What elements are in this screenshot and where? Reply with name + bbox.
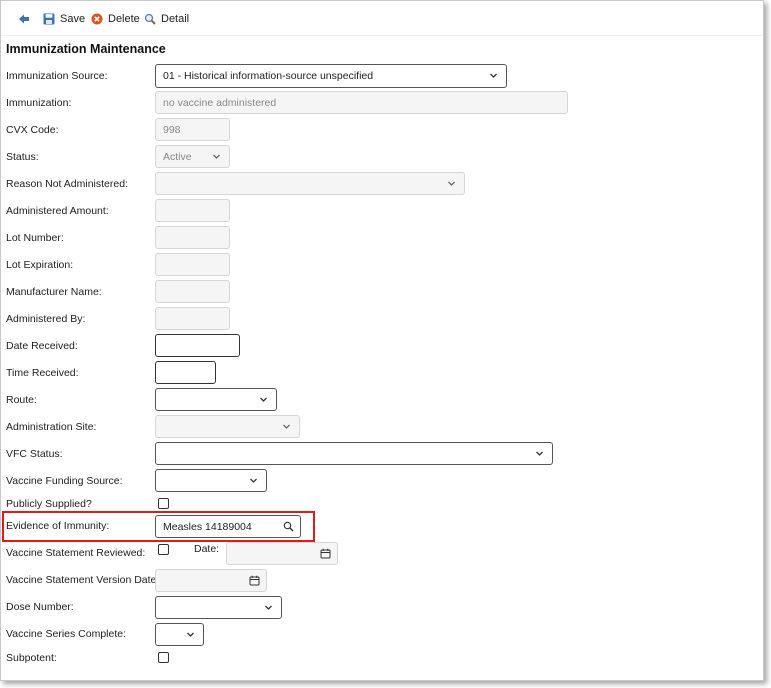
calendar-icon[interactable] (320, 548, 331, 559)
administration-site-select[interactable] (155, 415, 300, 438)
save-label: Save (60, 13, 86, 25)
time-received-label: Time Received: (6, 367, 79, 379)
vfc-status-select[interactable] (155, 442, 553, 465)
immunization-maintenance-window: Save Delete Detail Immunization Maintena… (0, 0, 764, 681)
vaccine-funding-source-select[interactable] (155, 469, 267, 492)
evidence-of-immunity-input[interactable]: Measles 14189004 (155, 515, 301, 538)
dose-number-select[interactable] (155, 596, 282, 619)
subpotent-label: Subpotent: (6, 652, 57, 664)
administered-by-input[interactable] (155, 307, 230, 330)
cvx-code-label: CVX Code: (6, 124, 59, 136)
reason-not-administered-label: Reason Not Administered: (6, 178, 128, 190)
immunization-placeholder: no vaccine administered (163, 96, 277, 109)
status-value: Active (163, 150, 192, 163)
page-title: Immunization Maintenance (6, 42, 166, 56)
immunization-input[interactable]: no vaccine administered (155, 91, 568, 114)
lot-number-label: Lot Number: (6, 232, 64, 244)
vaccine-series-complete-label: Vaccine Series Complete: (6, 628, 127, 640)
status-label: Status: (6, 151, 39, 163)
delete-icon (91, 13, 103, 25)
manufacturer-name-label: Manufacturer Name: (6, 286, 102, 298)
vaccine-statement-version-date-input[interactable] (155, 569, 267, 592)
delete-label: Delete (108, 13, 140, 25)
lot-expiration-input[interactable] (155, 253, 230, 276)
status-select[interactable]: Active (155, 145, 230, 168)
vaccine-funding-source-label: Vaccine Funding Source: (6, 475, 123, 487)
administered-amount-input[interactable] (155, 199, 230, 222)
chevron-down-icon (265, 605, 272, 610)
back-button[interactable] (18, 10, 35, 28)
reason-not-administered-select[interactable] (155, 172, 465, 195)
immunization-label: Immunization: (6, 97, 72, 109)
publicly-supplied-checkbox[interactable] (158, 498, 169, 509)
manufacturer-name-input[interactable] (155, 280, 230, 303)
administered-amount-label: Administered Amount: (6, 205, 109, 217)
date-received-label: Date Received: (6, 340, 78, 352)
administration-site-label: Administration Site: (6, 421, 97, 433)
vaccine-series-complete-select[interactable] (155, 623, 204, 646)
vfc-status-label: VFC Status: (6, 448, 63, 460)
lot-number-input[interactable] (155, 226, 230, 249)
evidence-of-immunity-label: Evidence of Immunity: (6, 520, 110, 532)
vaccine-statement-version-date-label: Vaccine Statement Version Date: (6, 574, 160, 586)
detail-label: Detail (161, 13, 190, 25)
route-label: Route: (6, 394, 37, 406)
chevron-down-icon (448, 181, 455, 186)
chevron-down-icon (490, 73, 497, 78)
save-button[interactable]: Save (43, 10, 85, 28)
vaccine-statement-date-label: Date: (194, 543, 220, 555)
publicly-supplied-label: Publicly Supplied? (6, 498, 92, 510)
evidence-of-immunity-value: Measles 14189004 (163, 520, 252, 533)
save-icon (43, 13, 55, 25)
administered-by-label: Administered By: (6, 313, 86, 325)
immunization-source-value: 01 - Historical information-source unspe… (163, 70, 374, 82)
vaccine-statement-date-input[interactable] (226, 542, 338, 565)
lot-expiration-label: Lot Expiration: (6, 259, 74, 271)
cvx-code-value: 998 (163, 123, 181, 136)
vaccine-statement-reviewed-label: Vaccine Statement Reviewed: (6, 547, 146, 559)
date-received-input[interactable] (155, 334, 240, 357)
dose-number-label: Dose Number: (6, 601, 74, 613)
delete-button[interactable]: Delete (91, 10, 140, 28)
chevron-down-icon (213, 154, 220, 159)
detail-button[interactable]: Detail (144, 10, 189, 28)
toolbar: Save Delete Detail (1, 1, 763, 36)
time-received-input[interactable] (155, 361, 216, 384)
immunization-source-label: Immunization Source: (6, 70, 108, 82)
chevron-down-icon (283, 424, 290, 429)
subpotent-checkbox[interactable] (158, 652, 169, 663)
chevron-down-icon (250, 478, 257, 483)
back-arrow-icon (19, 14, 29, 24)
calendar-icon[interactable] (249, 575, 260, 586)
vaccine-statement-reviewed-checkbox[interactable] (158, 544, 169, 555)
cvx-code-input[interactable]: 998 (155, 118, 230, 141)
search-icon[interactable] (283, 521, 294, 532)
chevron-down-icon (536, 451, 543, 456)
immunization-source-select[interactable]: 01 - Historical information-source unspe… (155, 64, 507, 88)
magnifier-icon (144, 13, 156, 25)
chevron-down-icon (260, 397, 267, 402)
chevron-down-icon (187, 632, 194, 637)
route-select[interactable] (155, 388, 277, 411)
